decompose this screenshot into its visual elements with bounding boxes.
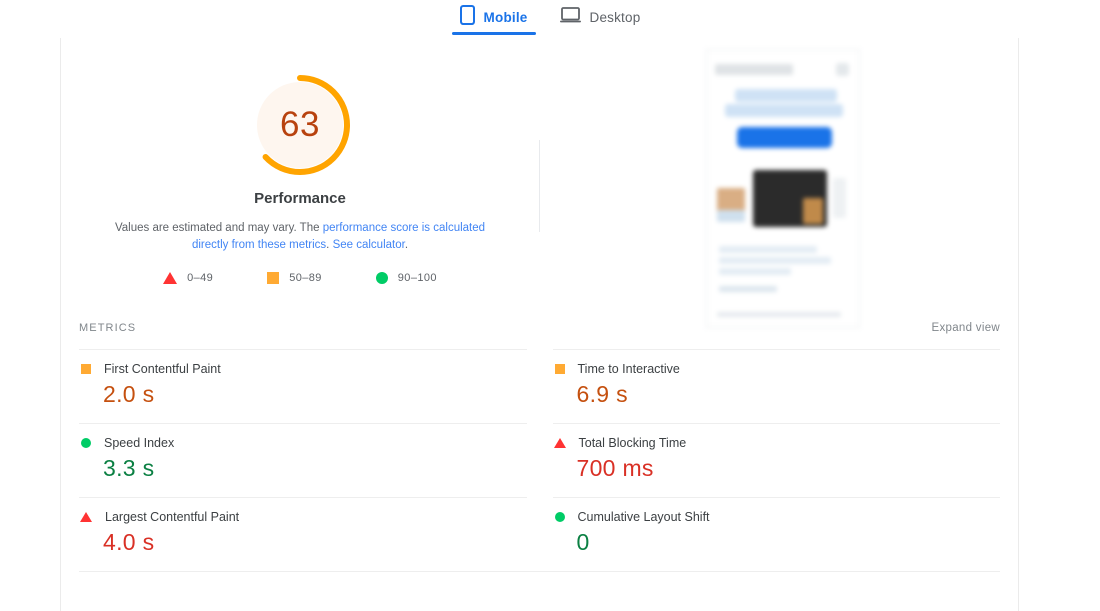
tab-desktop-label: Desktop <box>589 10 641 25</box>
metric-name: Time to Interactive <box>577 362 680 376</box>
metrics-bottom-divider <box>79 571 1000 572</box>
score-description-text-1: Values are estimated and may vary. The <box>114 222 323 234</box>
legend-label-good: 90–100 <box>397 272 437 284</box>
square-icon <box>81 364 91 374</box>
metrics-column-right: Time to Interactive 6.9 s Total Blocking… <box>552 349 1000 571</box>
thumb-small-caption <box>717 210 745 222</box>
legend-label-average: 50–89 <box>289 272 322 284</box>
metrics-column-gap <box>527 349 553 571</box>
thumb-text-line-3 <box>719 268 791 275</box>
metric-name: Largest Contentful Paint <box>105 510 240 524</box>
circle-icon <box>554 512 565 522</box>
thumb-heading-line-2 <box>725 104 843 117</box>
thumb-text-line-2 <box>719 257 831 264</box>
tab-active-indicator <box>451 32 536 35</box>
metric-name: Cumulative Layout Shift <box>577 510 710 524</box>
thumb-text-line-1 <box>719 246 817 253</box>
triangle-icon <box>80 512 92 522</box>
legend-label-poor: 0–49 <box>187 272 214 284</box>
performance-score-value: 63 <box>280 105 320 144</box>
score-description-text-3: . <box>404 239 409 251</box>
performance-score-column: 63 Performance Values are estimated and … <box>61 38 539 314</box>
performance-gauge[interactable]: 63 <box>247 72 353 178</box>
see-calculator-link[interactable]: See calculator <box>333 239 405 251</box>
metric-value: 2.0 s <box>103 381 155 407</box>
square-icon <box>267 272 280 284</box>
metrics-column-left: First Contentful Paint 2.0 s Speed Index… <box>79 349 527 571</box>
metric-first-contentful-paint[interactable]: First Contentful Paint 2.0 s <box>79 349 527 423</box>
metrics-section-label: METRICS <box>79 322 137 334</box>
thumb-menu-icon <box>836 63 849 76</box>
score-description: Values are estimated and may vary. The p… <box>100 220 500 254</box>
metric-value: 3.3 s <box>103 455 155 481</box>
triangle-icon <box>553 438 566 448</box>
lighthouse-report-card: 63 Performance Values are estimated and … <box>60 38 1019 611</box>
circle-icon <box>375 272 388 284</box>
square-icon <box>554 364 565 374</box>
tab-mobile[interactable]: Mobile <box>444 0 544 35</box>
metric-value: 0 <box>576 529 590 555</box>
legend-item-poor: 0–49 <box>163 272 213 284</box>
circle-icon <box>81 438 91 448</box>
triangle-icon <box>163 272 178 284</box>
metric-value: 700 ms <box>576 455 654 481</box>
metric-name: Speed Index <box>104 436 175 450</box>
final-screenshot-thumbnail <box>706 49 860 328</box>
thumb-cta-button <box>737 127 832 148</box>
expand-view-button[interactable]: Expand view <box>931 322 1000 334</box>
thumb-heading-line-1 <box>735 89 837 102</box>
thumb-header-bar <box>715 64 793 75</box>
laptop-icon <box>559 6 581 29</box>
score-legend: 0–49 50–89 90–100 <box>163 272 437 284</box>
mobile-phone-icon <box>459 5 475 30</box>
metrics-grid: First Contentful Paint 2.0 s Speed Index… <box>79 349 1000 571</box>
tab-mobile-label: Mobile <box>483 10 528 25</box>
form-factor-tabs: Mobile Desktop <box>0 0 1100 37</box>
metric-time-to-interactive[interactable]: Time to Interactive 6.9 s <box>552 349 1000 423</box>
metric-name: First Contentful Paint <box>104 362 221 376</box>
metric-largest-contentful-paint[interactable]: Largest Contentful Paint 4.0 s <box>79 497 527 571</box>
legend-item-average: 50–89 <box>267 272 322 284</box>
metric-name: Total Blocking Time <box>578 436 687 450</box>
thumb-video-subject <box>803 198 823 224</box>
metric-value: 4.0 s <box>103 529 155 555</box>
metric-total-blocking-time[interactable]: Total Blocking Time 700 ms <box>552 423 1000 497</box>
legend-item-good: 90–100 <box>375 272 437 284</box>
metric-value: 6.9 s <box>576 381 628 407</box>
metric-speed-index[interactable]: Speed Index 3.3 s <box>79 423 527 497</box>
vertical-divider <box>539 140 540 232</box>
thumb-text-line-4 <box>719 286 777 292</box>
metrics-header: METRICS Expand view <box>79 314 1000 342</box>
tab-desktop[interactable]: Desktop <box>544 0 657 35</box>
performance-score-title: Performance <box>254 190 346 207</box>
score-section: 63 Performance Values are estimated and … <box>61 38 1018 328</box>
metric-cumulative-layout-shift[interactable]: Cumulative Layout Shift 0 <box>552 497 1000 571</box>
thumb-side-panel <box>833 178 846 218</box>
